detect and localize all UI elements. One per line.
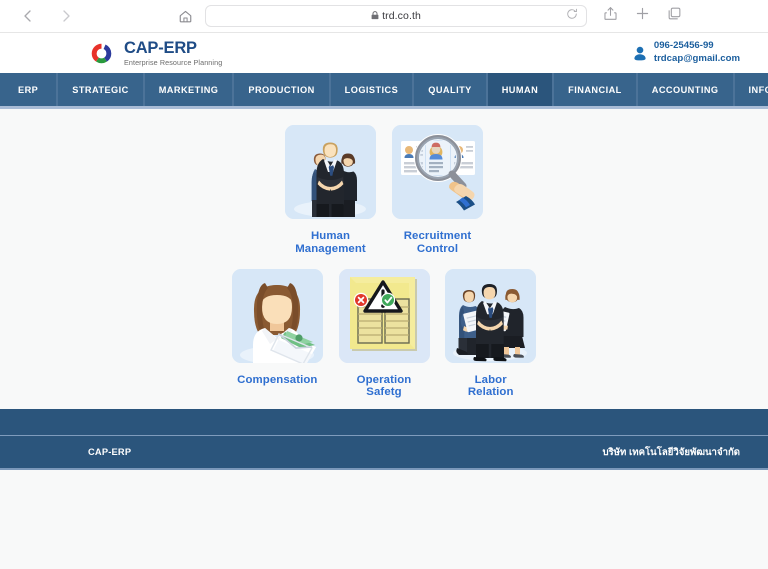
browser-actions	[603, 6, 682, 26]
plus-icon[interactable]	[635, 6, 650, 26]
reload-icon[interactable]	[566, 7, 578, 25]
nav-item-logistics[interactable]: LOGISTICS	[331, 73, 415, 106]
nav-item-erp[interactable]: ERP	[0, 73, 59, 106]
forward-icon[interactable]	[58, 8, 74, 24]
module-row-1: Human Management Recruitment Control	[224, 125, 544, 256]
label-line-1: Compensation	[237, 373, 318, 386]
nav-label: ACCOUNTING	[651, 84, 719, 95]
browser-toolbar: trd.co.th	[0, 0, 768, 33]
nav-item-strategic[interactable]: STRATEGIC	[58, 73, 145, 106]
footer-company-name: บริษัท เทคโนโลยีวิจัยพัฒนาจำกัด	[602, 446, 740, 458]
nav-label: FINANCIAL	[568, 84, 622, 95]
home-icon[interactable]	[178, 9, 193, 24]
nav-item-production[interactable]: PRODUCTION	[234, 73, 331, 106]
brand-title: CAP-ERP	[124, 38, 197, 57]
label-line-1: Labor	[474, 373, 507, 386]
card-recruitment-control[interactable]: Recruitment Control	[385, 125, 490, 256]
card-labor-relation[interactable]: Labor Relation	[438, 268, 543, 400]
label-line-1: Operation	[356, 373, 412, 386]
card-label: Recruitment Control	[404, 230, 472, 256]
brand-subtitle: Enterprise Resource Planning	[124, 58, 223, 68]
share-icon[interactable]	[603, 6, 618, 26]
page-background	[0, 470, 768, 569]
nav-item-financial[interactable]: FINANCIAL	[554, 73, 638, 106]
labor-team-icon	[445, 268, 537, 363]
back-icon[interactable]	[20, 8, 36, 24]
nav-label: MARKETING	[158, 84, 219, 95]
label-line-2: Safetg	[366, 386, 402, 399]
nav-label: ERP	[18, 84, 39, 95]
nav-item-accounting[interactable]: ACCOUNTING	[638, 73, 735, 106]
nav-label: HUMAN	[501, 84, 539, 95]
nav-label: QUALITY	[428, 84, 472, 95]
label-line-1: Recruitment	[403, 230, 472, 242]
site-header: CAP-ERP Enterprise Resource Planning 096…	[0, 33, 768, 73]
module-grid-area: Human Management Recruitment Control Com…	[0, 109, 768, 409]
business-team-icon	[285, 125, 376, 219]
nav-item-information[interactable]: INFORMATION	[735, 73, 768, 106]
magnifier-resume-icon	[392, 125, 483, 219]
nav-item-quality[interactable]: QUALITY	[414, 73, 488, 106]
label-line-2: Relation	[467, 386, 514, 399]
safety-checklist-icon	[338, 268, 430, 363]
card-label: Compensation	[237, 374, 317, 387]
card-compensation[interactable]: Compensation	[225, 268, 330, 400]
nav-label: STRATEGIC	[72, 84, 129, 95]
brand-logo[interactable]: CAP-ERP Enterprise Resource Planning	[88, 40, 222, 67]
footer-bar: CAP-ERP บริษัท เทคโนโลยีวิจัยพัฒนาจำกัด	[0, 436, 768, 470]
nav-label: INFORMATION	[748, 84, 768, 95]
nav-label: LOGISTICS	[344, 84, 399, 95]
label-line-2: Control	[416, 242, 459, 255]
user-icon	[633, 46, 647, 61]
contact-phone[interactable]: 096-25456-99	[654, 40, 740, 53]
url-text: trd.co.th	[382, 10, 421, 22]
cap-erp-logo-icon	[88, 40, 115, 67]
label-line-2: Management	[295, 242, 366, 255]
card-label: Labor Relation	[468, 374, 514, 400]
footer-brand: CAP-ERP	[88, 447, 132, 457]
address-bar[interactable]: trd.co.th	[205, 5, 587, 27]
contact-email[interactable]: trdcap@gmail.com	[654, 53, 740, 66]
tabs-icon[interactable]	[667, 6, 682, 26]
card-operation-safety[interactable]: Operation Safetg	[332, 268, 437, 400]
card-label: Human Management	[295, 230, 366, 256]
browser-nav-arrows	[20, 8, 74, 24]
module-row-2: Compensation Operation Safetg Labor Rela…	[224, 268, 544, 400]
salary-envelope-icon	[231, 268, 323, 363]
card-label: Operation Safetg	[357, 374, 412, 400]
nav-label: PRODUCTION	[248, 84, 315, 95]
label-line-1: Human	[310, 230, 351, 242]
nav-item-human[interactable]: HUMAN	[487, 73, 555, 106]
card-human-management[interactable]: Human Management	[278, 125, 383, 256]
nav-item-marketing[interactable]: MARKETING	[145, 73, 235, 106]
footer-top-band	[0, 409, 768, 436]
main-navigation: ERP STRATEGIC MARKETING PRODUCTION LOGIS…	[0, 73, 768, 109]
lock-icon	[371, 7, 379, 25]
contact-info: 096-25456-99 trdcap@gmail.com	[633, 40, 740, 65]
